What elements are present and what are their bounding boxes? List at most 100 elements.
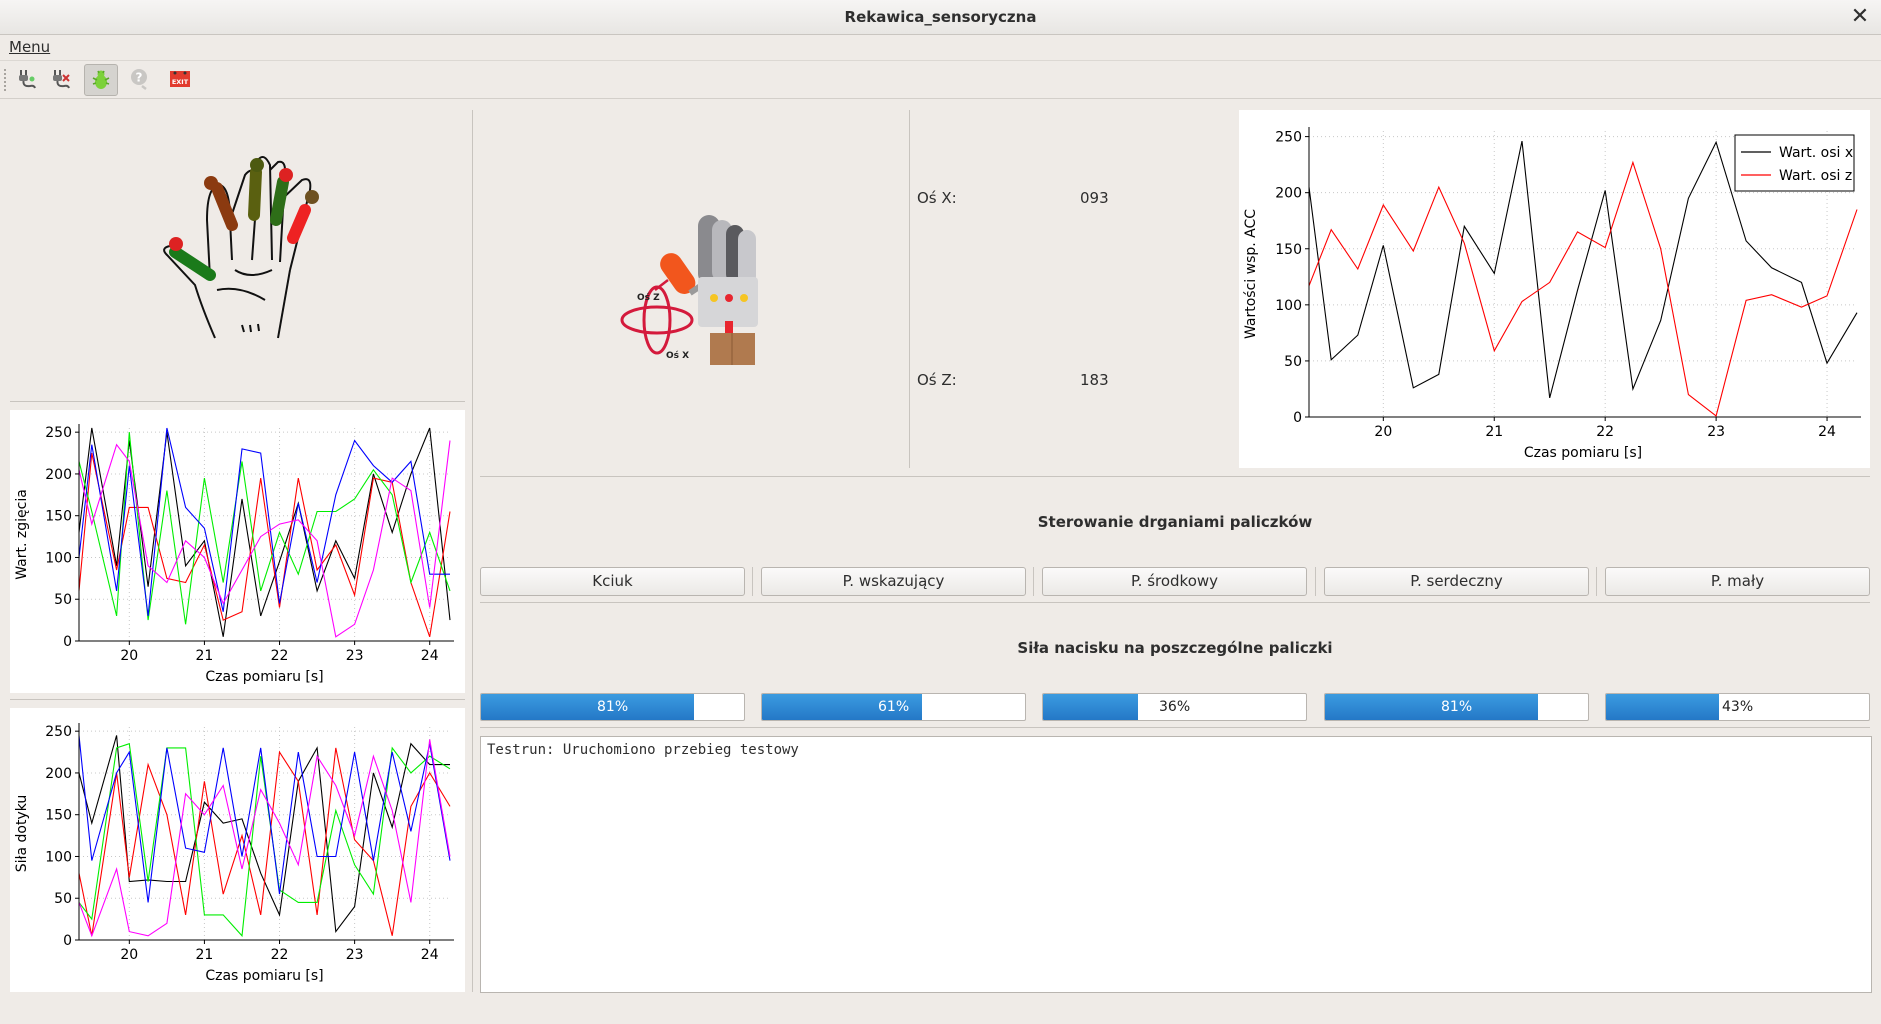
bar-label: 81% bbox=[1441, 699, 1473, 715]
thumb-vibrate-button[interactable]: Kciuk bbox=[480, 567, 745, 596]
bar-fill bbox=[1325, 694, 1538, 720]
y-axis-title: Siła dotyku bbox=[14, 795, 30, 873]
exit-button[interactable]: EXIT bbox=[164, 64, 196, 94]
divider bbox=[1033, 567, 1034, 596]
ring-vibrate-button[interactable]: P. serdeczny bbox=[1324, 567, 1589, 596]
y-tick-label: 100 bbox=[45, 849, 72, 865]
hand-sensor-view bbox=[10, 110, 465, 400]
close-button[interactable]: ✕ bbox=[1847, 4, 1873, 30]
x-axis-value: 093 bbox=[1080, 189, 1109, 207]
y-tick-label: 200 bbox=[45, 766, 72, 782]
glove-device-icon: Oś Z Oś X bbox=[620, 215, 758, 365]
disconnect-button[interactable] bbox=[44, 64, 76, 94]
divider bbox=[10, 401, 465, 402]
svg-text:?: ? bbox=[136, 71, 143, 85]
y-tick-label: 100 bbox=[45, 550, 72, 566]
close-icon: ✕ bbox=[1850, 4, 1870, 29]
log-line: Testrun: Uruchomiono przebieg testowy bbox=[487, 742, 799, 758]
ring-pressure-bar: 81% bbox=[1324, 693, 1589, 721]
help-button[interactable]: ? bbox=[124, 64, 156, 94]
x-tick-label: 24 bbox=[421, 947, 439, 963]
y-tick-label: 0 bbox=[1293, 410, 1302, 426]
connect-icon bbox=[19, 70, 36, 89]
bar-fill bbox=[1606, 694, 1719, 720]
divider bbox=[1315, 567, 1316, 596]
column-separator bbox=[472, 110, 473, 992]
y-tick-label: 250 bbox=[1275, 130, 1302, 146]
x-tick-label: 20 bbox=[120, 648, 138, 664]
z-axis-label: Oś Z: bbox=[917, 371, 957, 389]
debug-button[interactable] bbox=[84, 64, 118, 96]
divider bbox=[10, 699, 465, 700]
svg-text:Oś Z: Oś Z bbox=[637, 292, 660, 303]
log-output[interactable]: Testrun: Uruchomiono przebieg testowy bbox=[480, 736, 1872, 993]
touch-chart-panel: 20 21 22 23 24 0 50 100 150 200 250 Czas pomiaru [s… bbox=[10, 708, 465, 992]
divider bbox=[480, 476, 1870, 477]
legend-label: Wart. osi x bbox=[1779, 145, 1853, 161]
x-tick-label: 23 bbox=[1707, 424, 1725, 440]
x-axis-title: Czas pomiaru [s] bbox=[205, 669, 323, 685]
toolbar-grip bbox=[4, 69, 9, 91]
y-tick-label: 200 bbox=[45, 467, 72, 483]
thumb-pressure-bar: 81% bbox=[480, 693, 745, 721]
vibration-heading: Sterowanie drganiami paliczków bbox=[1037, 513, 1313, 531]
window-title: Rekawica_sensoryczna bbox=[844, 8, 1037, 26]
hand-icon bbox=[163, 155, 319, 339]
y-tick-label: 50 bbox=[54, 891, 72, 907]
divider bbox=[480, 602, 1870, 603]
series-line-2 bbox=[78, 742, 451, 938]
index-vibrate-button[interactable]: P. wskazujący bbox=[761, 567, 1026, 596]
x-axis-title: Czas pomiaru [s] bbox=[1524, 445, 1642, 461]
y-tick-label: 200 bbox=[1275, 186, 1302, 202]
x-tick-label: 22 bbox=[1596, 424, 1614, 440]
bar-fill bbox=[1043, 694, 1138, 720]
series-line-3 bbox=[78, 427, 450, 616]
bar-label: 36% bbox=[1159, 699, 1191, 715]
y-axis-title: Wartości wsp. ACC bbox=[1243, 209, 1259, 339]
divider bbox=[752, 567, 753, 596]
connect-button[interactable] bbox=[10, 64, 42, 94]
series-line-2 bbox=[78, 432, 451, 625]
toolbar: ? EXIT bbox=[0, 61, 1881, 99]
divider bbox=[1596, 567, 1597, 596]
bug-icon bbox=[92, 70, 110, 89]
series-line-0 bbox=[78, 735, 450, 934]
x-tick-label: 24 bbox=[421, 648, 439, 664]
pressure-heading: Siła nacisku na poszczególne paliczki bbox=[1017, 639, 1333, 657]
x-tick-label: 22 bbox=[271, 947, 289, 963]
chart-legend: Wart. osi x Wart. osi z bbox=[1734, 134, 1855, 192]
x-tick-label: 21 bbox=[196, 648, 214, 664]
x-tick-label: 22 bbox=[271, 648, 289, 664]
x-tick-label: 21 bbox=[196, 947, 214, 963]
bar-label: 81% bbox=[597, 699, 629, 715]
y-tick-label: 150 bbox=[45, 509, 72, 525]
x-axis-title: Czas pomiaru [s] bbox=[205, 968, 323, 984]
legend-label: Wart. osi z bbox=[1779, 168, 1852, 184]
middle-vibrate-button[interactable]: P. środkowy bbox=[1042, 567, 1307, 596]
touch-chart: 20 21 22 23 24 0 50 100 150 200 250 Czas pomiaru [s… bbox=[14, 723, 454, 984]
x-tick-label: 21 bbox=[1485, 424, 1503, 440]
readout-separator bbox=[909, 110, 910, 468]
exit-icon: EXIT bbox=[170, 71, 190, 87]
bar-label: 43% bbox=[1722, 699, 1754, 715]
divider bbox=[480, 727, 1870, 728]
y-tick-label: 150 bbox=[45, 808, 72, 824]
series-line-0 bbox=[78, 427, 451, 637]
y-tick-label: 250 bbox=[45, 724, 72, 740]
series-line-4 bbox=[78, 739, 451, 938]
glove-device-view: Oś Z Oś X bbox=[610, 205, 780, 370]
bar-label: 61% bbox=[878, 699, 910, 715]
svg-text:Oś X: Oś X bbox=[666, 350, 689, 361]
menu-item-menu[interactable]: Menu bbox=[9, 38, 50, 56]
z-axis-value: 183 bbox=[1080, 371, 1109, 389]
series-line-4 bbox=[78, 440, 451, 638]
y-tick-label: 250 bbox=[45, 425, 72, 441]
middle-pressure-bar: 36% bbox=[1042, 693, 1307, 721]
acc-chart: 20 21 22 23 24 0 50 100 150 200 250 Czas pomiaru [s… bbox=[1243, 127, 1861, 461]
pinky-pressure-bar: 43% bbox=[1605, 693, 1870, 721]
x-tick-label: 20 bbox=[120, 947, 138, 963]
y-tick-label: 50 bbox=[1284, 354, 1302, 370]
y-tick-label: 50 bbox=[54, 592, 72, 608]
pinky-vibrate-button[interactable]: P. mały bbox=[1605, 567, 1870, 596]
y-tick-label: 0 bbox=[63, 634, 72, 650]
